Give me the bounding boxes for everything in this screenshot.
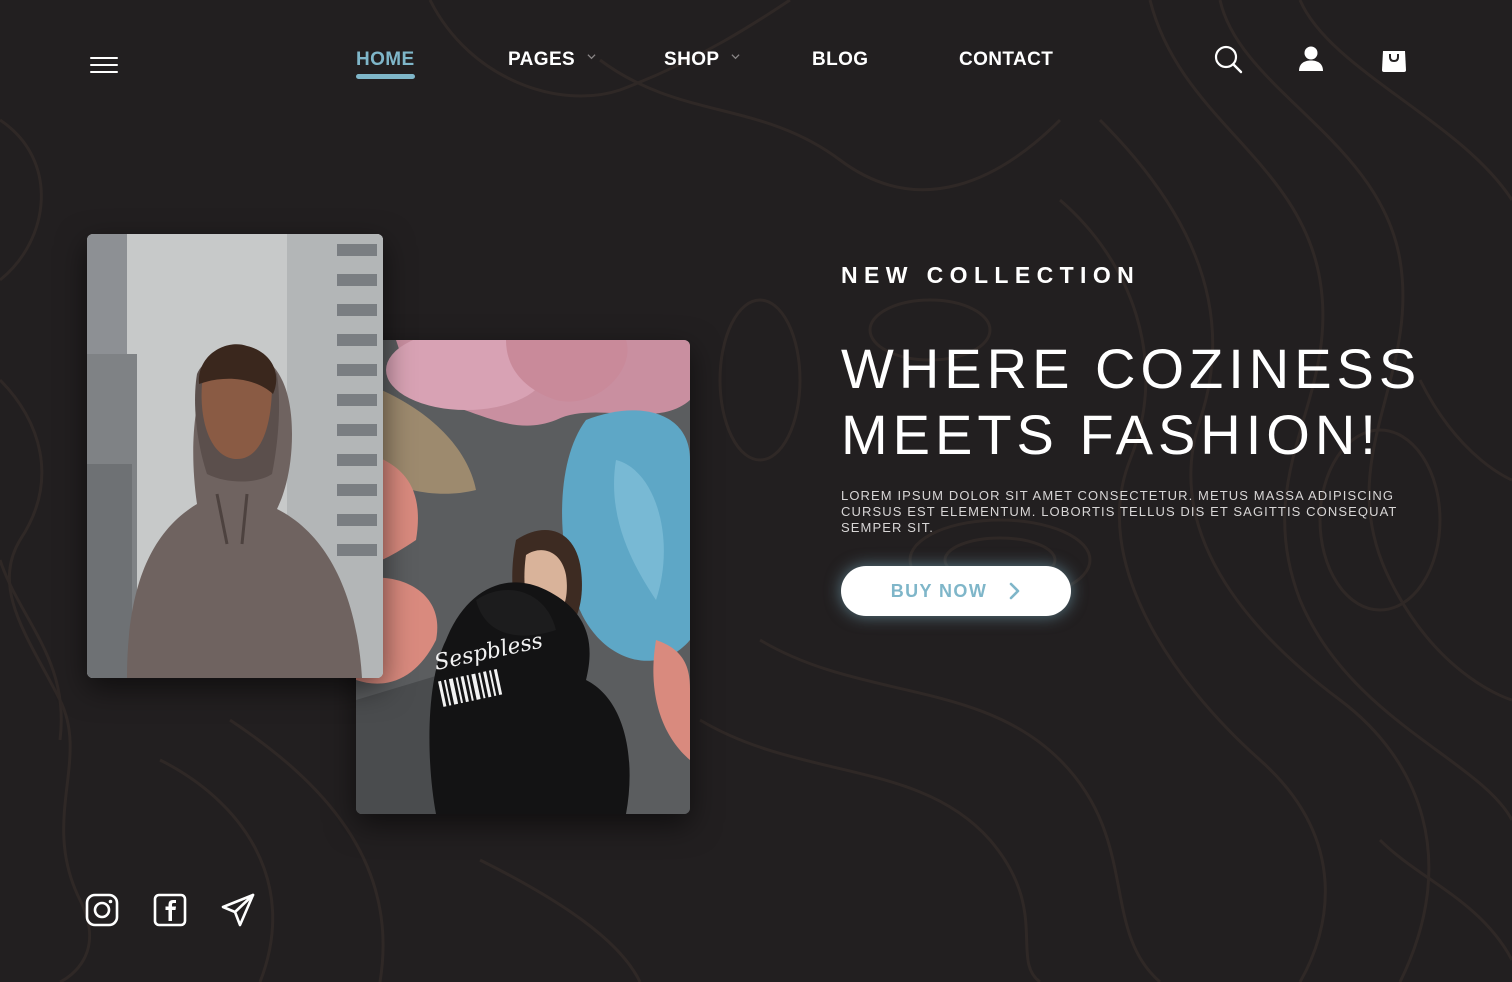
nav-item-label: BLOG	[812, 49, 869, 70]
headline-line-1: WHERE COZINESS	[841, 337, 1422, 400]
hero-headline: WHERE COZINESS MEETS FASHION!	[841, 336, 1481, 468]
headline-line-2: MEETS FASHION!	[841, 403, 1381, 466]
nav-item-label: PAGES	[508, 49, 576, 70]
nav-item-blog[interactable]: BLOG	[812, 48, 869, 72]
nav-item-contact[interactable]: CONTACT	[959, 48, 1053, 72]
main-nav: HOME PAGES SHOP BLOG CONTACT	[0, 48, 1512, 88]
send-icon[interactable]	[220, 892, 256, 928]
buy-now-button[interactable]: BUY NOW	[841, 566, 1071, 616]
shopping-bag-icon[interactable]	[1379, 44, 1409, 74]
active-nav-indicator	[356, 74, 415, 79]
instagram-icon[interactable]	[84, 892, 120, 928]
buy-now-label: BUY NOW	[890, 580, 988, 601]
hero-description: LOREM IPSUM DOLOR SIT AMET CONSECTETUR. …	[841, 488, 1398, 535]
nav-item-label: CONTACT	[959, 49, 1054, 70]
nav-item-home[interactable]: HOME	[356, 48, 415, 79]
chevron-down-icon	[731, 54, 740, 60]
nav-item-shop[interactable]: SHOP	[664, 48, 740, 72]
user-icon[interactable]	[1296, 44, 1326, 74]
photo-brown-hoodie	[87, 234, 383, 678]
chevron-down-icon	[587, 54, 596, 60]
photo-black-hoodie: Sespbless	[356, 340, 690, 814]
hero-eyebrow: NEW COLLECTION	[841, 262, 1141, 288]
landing-page: HOME PAGES SHOP BLOG CONTACT Sespbless N…	[0, 0, 1512, 982]
nav-item-pages[interactable]: PAGES	[508, 48, 596, 72]
nav-item-label: HOME	[356, 49, 415, 70]
facebook-icon[interactable]	[152, 892, 188, 928]
nav-item-label: SHOP	[664, 49, 720, 70]
chevron-right-icon	[1009, 582, 1020, 600]
search-icon[interactable]	[1213, 44, 1243, 74]
